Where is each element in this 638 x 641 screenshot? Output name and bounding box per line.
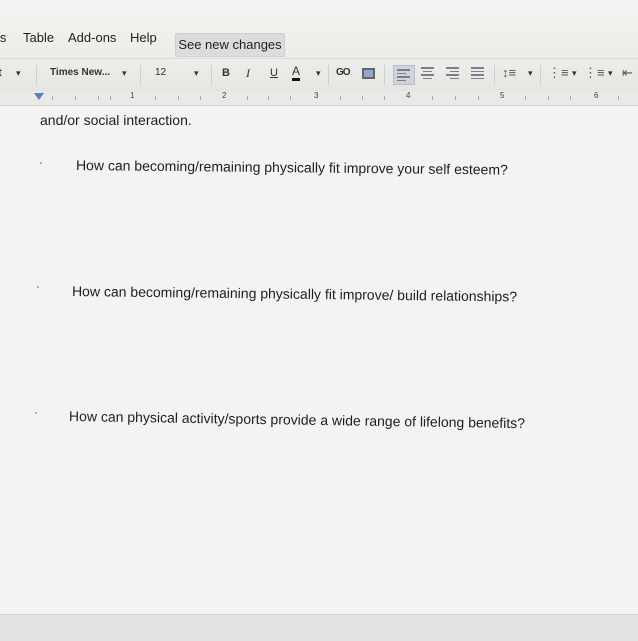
style-dropdown-partial[interactable]: t bbox=[0, 67, 2, 79]
chevron-down-icon[interactable]: ▾ bbox=[572, 68, 577, 79]
menu-item-table[interactable]: Table bbox=[23, 30, 54, 45]
ruler-tick bbox=[52, 96, 53, 100]
text-color-button[interactable]: A bbox=[292, 65, 301, 81]
toolbar-divider bbox=[494, 65, 495, 85]
numbered-list-icon[interactable]: ⋮≡ bbox=[548, 65, 569, 81]
menu-item-addons[interactable]: Add-ons bbox=[68, 30, 116, 45]
document-page[interactable]: and/or social interaction. How can becom… bbox=[0, 106, 638, 614]
menu-item-help[interactable]: Help bbox=[130, 30, 157, 45]
font-family-dropdown[interactable]: Times New... bbox=[50, 67, 110, 78]
ruler-tick bbox=[290, 96, 291, 100]
ruler-tick bbox=[75, 96, 76, 100]
toolbar-divider bbox=[540, 65, 541, 85]
ruler-tick bbox=[618, 96, 619, 100]
align-right-button[interactable] bbox=[446, 67, 462, 81]
question-3: How can physical activity/sports provide… bbox=[68, 408, 526, 432]
ruler-tick bbox=[247, 96, 248, 100]
chevron-down-icon[interactable]: ▾ bbox=[122, 68, 127, 79]
ruler-number: 2 bbox=[222, 91, 227, 100]
ruler-tick bbox=[200, 96, 201, 100]
ruler-number: 3 bbox=[314, 91, 319, 100]
ruler-tick bbox=[340, 96, 341, 100]
ruler-tick bbox=[155, 96, 156, 100]
ruler-tick bbox=[525, 96, 526, 100]
chevron-down-icon[interactable]: ▾ bbox=[16, 68, 21, 79]
ruler-number: 1 bbox=[130, 91, 135, 100]
toolbar-divider bbox=[211, 65, 212, 85]
chevron-down-icon[interactable]: ▾ bbox=[316, 68, 321, 79]
bulleted-list-icon[interactable]: ⋮≡ bbox=[584, 65, 605, 81]
font-size-dropdown[interactable]: 12 bbox=[155, 67, 166, 78]
ruler-tick bbox=[98, 96, 99, 100]
ruler-number: 4 bbox=[406, 91, 411, 100]
question-1: How can becoming/remaining physically fi… bbox=[75, 157, 508, 178]
align-justify-button[interactable] bbox=[471, 67, 487, 81]
chevron-down-icon[interactable]: ▾ bbox=[608, 68, 613, 79]
ruler-tick bbox=[110, 96, 111, 100]
ruler-tick bbox=[178, 96, 179, 100]
ruler: 1 2 3 4 5 6 bbox=[0, 91, 638, 106]
ruler-tick bbox=[384, 96, 385, 100]
ruler-tick bbox=[455, 96, 456, 100]
bullet-dot bbox=[40, 162, 42, 164]
paragraph-fragment: and/or social interaction. bbox=[40, 112, 192, 128]
bullet-dot bbox=[37, 286, 39, 288]
question-2: How can becoming/remaining physically fi… bbox=[71, 283, 518, 305]
chevron-down-icon[interactable]: ▾ bbox=[194, 68, 199, 79]
toolbar-divider bbox=[36, 65, 37, 85]
ruler-number: 5 bbox=[500, 91, 505, 100]
chevron-down-icon[interactable]: ▾ bbox=[528, 68, 533, 79]
align-left-button[interactable] bbox=[393, 65, 415, 85]
ruler-tick bbox=[570, 96, 571, 100]
ruler-tick bbox=[268, 96, 269, 100]
toolbar-divider bbox=[328, 65, 329, 85]
ruler-number: 6 bbox=[594, 91, 599, 100]
toolbar-divider bbox=[384, 65, 385, 85]
bullet-dot bbox=[35, 412, 37, 414]
line-spacing-icon[interactable]: ↕≡ bbox=[502, 65, 516, 80]
italic-button[interactable]: I bbox=[246, 66, 250, 81]
ruler-tick bbox=[432, 96, 433, 100]
page-bottom-edge bbox=[0, 614, 638, 641]
link-button[interactable]: GO bbox=[336, 67, 351, 78]
toolbar-divider bbox=[140, 65, 141, 85]
see-new-changes-button[interactable]: See new changes bbox=[175, 33, 285, 57]
align-center-button[interactable] bbox=[421, 67, 437, 81]
indent-marker-icon[interactable] bbox=[34, 93, 44, 100]
bold-button[interactable]: B bbox=[222, 67, 230, 79]
ruler-tick bbox=[548, 96, 549, 100]
ruler-tick bbox=[362, 96, 363, 100]
menu-bar: ls Table Add-ons Help See new changes bbox=[0, 0, 638, 58]
decrease-indent-icon[interactable]: ⇤ bbox=[622, 65, 633, 81]
ruler-tick bbox=[478, 96, 479, 100]
image-icon[interactable] bbox=[362, 68, 375, 79]
menu-item-tools-partial[interactable]: ls bbox=[0, 30, 6, 45]
underline-button[interactable]: U bbox=[270, 67, 278, 79]
toolbar: t ▾ Times New... ▾ 12 ▾ B I U A ▾ GO ↕≡ … bbox=[0, 58, 638, 92]
